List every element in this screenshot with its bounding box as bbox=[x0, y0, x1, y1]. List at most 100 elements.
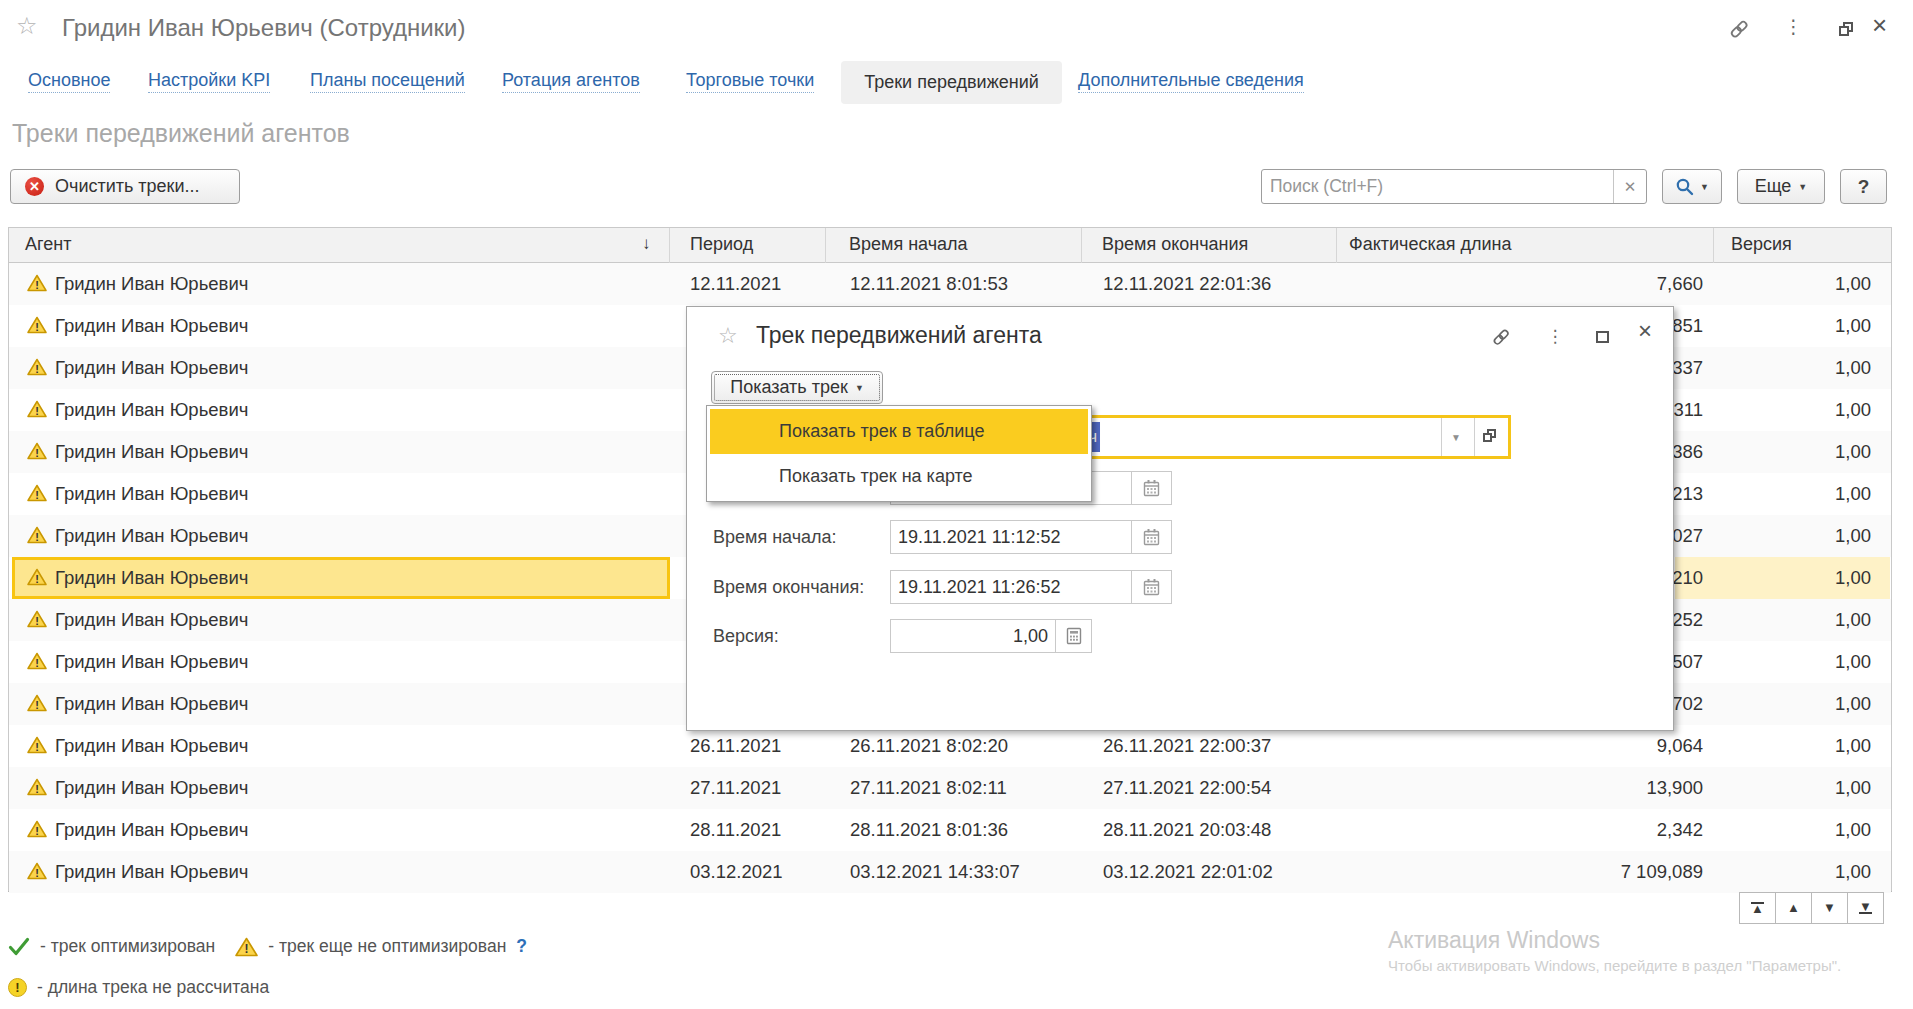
legend-optimized-label: - трек оптимизирован bbox=[40, 936, 215, 957]
end-time-field[interactable]: 19.11.2021 11:26:52 bbox=[890, 570, 1132, 604]
tab-plany-poseshcheniy[interactable]: Планы посещений bbox=[310, 70, 465, 91]
col-header-period[interactable]: Период bbox=[690, 234, 753, 255]
tab-osnovnoe[interactable]: Основное bbox=[28, 70, 110, 91]
cell-length: 2,342 bbox=[1401, 819, 1703, 841]
cell-agent: Гридин Иван Юрьевич bbox=[55, 861, 248, 883]
link-icon[interactable] bbox=[1726, 16, 1752, 42]
cell-version: 1,00 bbox=[1713, 693, 1871, 715]
search-clear-icon[interactable]: ✕ bbox=[1613, 170, 1646, 203]
cell-length: 9,064 bbox=[1401, 735, 1703, 757]
cell-period: 26.11.2021 bbox=[690, 735, 781, 757]
version-calc-button[interactable] bbox=[1055, 619, 1092, 653]
go-up-button[interactable]: ▲ bbox=[1775, 892, 1812, 924]
table-row[interactable]: !Гридин Иван Юрьевич26.11.202126.11.2021… bbox=[9, 725, 1891, 767]
cell-version: 1,00 bbox=[1713, 567, 1871, 589]
svg-text:!: ! bbox=[35, 741, 39, 753]
svg-text:!: ! bbox=[35, 363, 39, 375]
svg-text:!: ! bbox=[35, 825, 39, 837]
dialog-more-menu-icon[interactable]: ⋮ bbox=[1543, 324, 1567, 348]
windows-activation-title: Активация Windows bbox=[1388, 927, 1600, 954]
period-calendar-button[interactable] bbox=[1131, 471, 1172, 505]
table-nav-buttons: ▲ ▲ ▼ ▼ bbox=[1740, 892, 1884, 924]
table-row[interactable]: !Гридин Иван Юрьевич03.12.202103.12.2021… bbox=[9, 851, 1891, 893]
menu-item-show-track-table[interactable]: Показать трек в таблице bbox=[710, 409, 1088, 454]
start-time-calendar-button[interactable] bbox=[1131, 520, 1172, 554]
cell-agent: Гридин Иван Юрьевич bbox=[55, 777, 248, 799]
svg-text:!: ! bbox=[35, 783, 39, 795]
table-row[interactable]: !Гридин Иван Юрьевич28.11.202128.11.2021… bbox=[9, 809, 1891, 851]
tab-torgovye-tochki[interactable]: Торговые точки bbox=[686, 70, 814, 91]
search-button[interactable]: ▼ bbox=[1662, 169, 1722, 204]
cell-version: 1,00 bbox=[1713, 777, 1871, 799]
cell-version: 1,00 bbox=[1713, 525, 1871, 547]
go-down-button[interactable]: ▼ bbox=[1811, 892, 1848, 924]
tab-dopolnitelnye-svedeniya[interactable]: Дополнительные сведения bbox=[1078, 70, 1304, 91]
go-first-button[interactable]: ▲ bbox=[1739, 892, 1776, 924]
search-input[interactable] bbox=[1262, 170, 1612, 203]
col-header-agent[interactable]: Агент bbox=[25, 234, 71, 255]
svg-text:!: ! bbox=[35, 447, 39, 459]
cell-start: 27.11.2021 8:02:11 bbox=[850, 777, 1007, 799]
cell-agent: Гридин Иван Юрьевич bbox=[55, 399, 248, 421]
cell-agent: Гридин Иван Юрьевич bbox=[55, 819, 248, 841]
warning-icon: ! bbox=[27, 442, 47, 465]
col-header-length[interactable]: Фактическая длина bbox=[1349, 234, 1512, 255]
cell-length: 7 109,089 bbox=[1401, 861, 1703, 883]
dialog-maximize-icon[interactable] bbox=[1590, 325, 1614, 349]
end-time-calendar-button[interactable] bbox=[1131, 570, 1172, 604]
warning-icon: ! bbox=[27, 610, 47, 633]
tab-treki-peredvizheniy-active[interactable]: Треки передвижений bbox=[841, 61, 1062, 104]
sort-descending-icon: ↓ bbox=[642, 234, 651, 254]
start-time-field[interactable]: 19.11.2021 11:12:52 bbox=[890, 520, 1132, 554]
menu-item-show-track-map[interactable]: Показать трек на карте bbox=[710, 454, 1088, 499]
calculator-icon bbox=[1066, 627, 1082, 645]
cell-version: 1,00 bbox=[1713, 273, 1871, 295]
dialog-favorite-star-icon[interactable]: ☆ bbox=[718, 323, 738, 349]
cell-version: 1,00 bbox=[1713, 315, 1871, 337]
agent-dropdown-icon[interactable]: ▼ bbox=[1451, 432, 1461, 443]
show-track-button[interactable]: Показать трек ▼ bbox=[711, 371, 883, 404]
svg-text:!: ! bbox=[35, 573, 39, 585]
go-last-button[interactable]: ▼ bbox=[1847, 892, 1884, 924]
table-row[interactable]: !Гридин Иван Юрьевич12.11.202112.11.2021… bbox=[9, 263, 1891, 305]
legend-not-optimized-label: - трек еще не оптимизирован bbox=[268, 936, 506, 957]
version-label: Версия: bbox=[713, 619, 779, 653]
clear-tracks-label: Очистить треки... bbox=[55, 176, 200, 197]
clear-tracks-button[interactable]: ✕ Очистить треки... bbox=[10, 169, 240, 204]
cell-start: 12.11.2021 8:01:53 bbox=[850, 273, 1008, 295]
cell-version: 1,00 bbox=[1713, 861, 1871, 883]
calendar-icon bbox=[1142, 528, 1161, 547]
cell-end: 27.11.2021 22:00:54 bbox=[1103, 777, 1271, 799]
version-field[interactable]: 1,00 bbox=[890, 619, 1056, 653]
dialog-link-icon[interactable] bbox=[1489, 325, 1513, 349]
more-menu-icon[interactable]: ⋮ bbox=[1784, 15, 1803, 38]
help-button[interactable]: ? bbox=[1840, 169, 1887, 204]
restore-window-icon[interactable] bbox=[1834, 16, 1860, 42]
tab-rotatsiya-agentov[interactable]: Ротация агентов bbox=[502, 70, 640, 91]
calendar-icon bbox=[1142, 578, 1161, 597]
page-title: Треки передвижений агентов bbox=[12, 119, 350, 148]
svg-text:!: ! bbox=[245, 942, 249, 956]
col-header-version[interactable]: Версия bbox=[1731, 234, 1792, 255]
warning-icon: ! bbox=[27, 274, 47, 297]
tab-nastroyki-kpi[interactable]: Настройки KPI bbox=[148, 70, 270, 91]
warning-icon: ! bbox=[27, 358, 47, 381]
cell-agent: Гридин Иван Юрьевич bbox=[55, 693, 248, 715]
legend-help-link[interactable]: ? bbox=[516, 936, 527, 957]
close-window-icon[interactable]: × bbox=[1872, 10, 1887, 41]
start-time-label: Время начала: bbox=[713, 520, 837, 554]
cell-version: 1,00 bbox=[1713, 819, 1871, 841]
search-box: ✕ bbox=[1261, 169, 1647, 204]
col-header-end[interactable]: Время окончания bbox=[1102, 234, 1248, 255]
cell-version: 1,00 bbox=[1713, 735, 1871, 757]
more-button[interactable]: Еще ▼ bbox=[1737, 169, 1825, 204]
table-row[interactable]: !Гридин Иван Юрьевич27.11.202127.11.2021… bbox=[9, 767, 1891, 809]
favorite-star-icon[interactable]: ☆ bbox=[16, 12, 38, 40]
legend-not-calculated-label: - длина трека не рассчитана bbox=[37, 977, 269, 998]
cell-version: 1,00 bbox=[1713, 651, 1871, 673]
cell-agent: Гридин Иван Юрьевич bbox=[55, 567, 248, 589]
col-header-start[interactable]: Время начала bbox=[849, 234, 968, 255]
cell-agent: Гридин Иван Юрьевич bbox=[55, 735, 248, 757]
dialog-close-icon[interactable]: × bbox=[1633, 319, 1657, 343]
track-dialog: ☆ Трек передвижений агента ⋮ × Показать … bbox=[686, 306, 1674, 731]
